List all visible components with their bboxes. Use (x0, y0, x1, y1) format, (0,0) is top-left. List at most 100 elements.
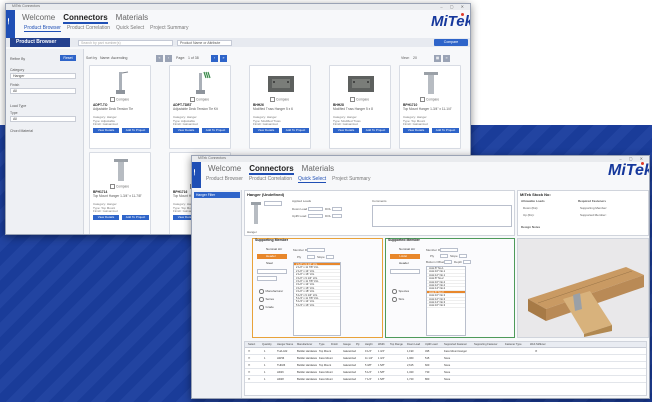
table-row[interactable]: ☐ 1 THD26 Builder Hardware Top Mount Gal… (245, 362, 646, 369)
search-type-select[interactable]: Product Name or Attribute (177, 39, 232, 46)
compare-checkbox[interactable]: Compare (420, 97, 439, 102)
window-controls[interactable]: – ▢ ✕ (619, 156, 646, 161)
filter-select[interactable]: All (10, 116, 76, 122)
column-header[interactable]: Finish (331, 343, 338, 346)
tab-product-browser[interactable]: Product Browser (24, 25, 61, 32)
view-details-button[interactable]: View Details (403, 128, 429, 133)
add-to-project-button[interactable]: Add To Project (362, 128, 389, 133)
compare-checkbox[interactable]: Compare (350, 97, 369, 102)
add-to-project-button[interactable]: Add To Project (122, 215, 149, 220)
list-view-icon[interactable]: ≡ (443, 55, 450, 62)
dol-select[interactable] (332, 214, 342, 218)
dol-select[interactable] (332, 207, 342, 211)
table-row[interactable]: ☐ 1 HD26 Builder Hardware Face Mount Gal… (245, 369, 646, 376)
search-input[interactable]: Search by part number(s) (78, 39, 173, 46)
member-select[interactable] (257, 269, 287, 274)
view-details-button[interactable]: View Details (93, 215, 119, 220)
member-type-option[interactable]: Nominal Lbr (390, 247, 420, 252)
member-id-input[interactable] (440, 248, 458, 252)
tab-product-browser[interactable]: Product Browser (206, 176, 243, 182)
hanger-filter-dropdown[interactable] (264, 201, 282, 206)
row-select-checkbox[interactable]: ☐ (248, 364, 250, 367)
radio-series[interactable]: Series (259, 297, 275, 302)
column-header[interactable]: Quantity (262, 343, 272, 346)
ply-input[interactable] (440, 254, 448, 258)
view-details-button[interactable]: View Details (173, 128, 199, 133)
column-header[interactable]: Fastener Type (505, 343, 522, 346)
list-item[interactable]: Joist 16" No.3 (427, 304, 465, 308)
column-header[interactable]: Supporting Fastener (474, 343, 498, 346)
compare-checkbox[interactable]: Compare (270, 97, 289, 102)
column-header[interactable]: Width (378, 343, 385, 346)
nav-materials[interactable]: Materials (302, 164, 334, 173)
supporting-member-list[interactable]: 2 1/2" x 9 1/4" LVL 2 1/2" x 11 7/8" LVL… (293, 262, 341, 336)
filter-select[interactable]: Hanger (10, 73, 76, 79)
row-select-checkbox[interactable]: ☐ (248, 371, 250, 374)
slope-input[interactable] (459, 254, 467, 258)
row-check-icon[interactable]: ☑ (535, 350, 537, 353)
add-to-project-button[interactable]: Add To Project (432, 128, 459, 133)
column-header[interactable]: Supported Fastener (444, 343, 467, 346)
tab-quick-select[interactable]: Quick Select (298, 176, 327, 183)
member-select[interactable] (390, 269, 420, 274)
column-header[interactable]: Top Flange (390, 343, 403, 346)
radio-grade[interactable]: Grade (259, 305, 274, 310)
view-details-button[interactable]: View Details (333, 128, 359, 133)
sort-select[interactable]: Name: Ascending (100, 56, 127, 60)
column-header[interactable]: Manufacturer (297, 343, 312, 346)
nav-connectors[interactable]: Connectors (249, 164, 294, 175)
tab-quick-select[interactable]: Quick Select (116, 25, 144, 31)
reset-button[interactable]: Reset (60, 55, 76, 61)
row-select-checkbox[interactable]: ☐ (248, 357, 250, 360)
uplift-load-input[interactable] (308, 214, 323, 218)
column-header[interactable]: Ply (356, 343, 360, 346)
tab-product-correlation[interactable]: Product Correlation (249, 176, 292, 182)
add-to-project-button[interactable]: Add To Project (202, 128, 229, 133)
tab-product-correlation[interactable]: Product Correlation (67, 25, 110, 31)
member-type-option[interactable]: I-Joist (390, 254, 420, 259)
filter-select[interactable]: All (10, 88, 76, 94)
column-header[interactable]: Type (319, 343, 325, 346)
table-row[interactable]: ☐ 1 HW36 Builder Hardware Face Mount Gal… (245, 355, 646, 362)
compare-checkbox[interactable]: Compare (110, 97, 129, 102)
ply-input[interactable] (307, 255, 315, 259)
column-header[interactable]: Gauge (343, 343, 351, 346)
depth-input[interactable] (463, 260, 471, 264)
next-page-button[interactable]: › (211, 55, 218, 62)
member-id-input[interactable] (307, 248, 325, 252)
radio-species[interactable]: Species (392, 289, 410, 294)
column-header[interactable]: Down Load (407, 343, 420, 346)
nav-connectors[interactable]: Connectors (63, 13, 108, 24)
member-sub-select[interactable] (257, 276, 277, 281)
3d-preview-viewport[interactable] (517, 238, 649, 338)
compare-checkbox[interactable]: Compare (190, 97, 209, 102)
add-to-project-button[interactable]: Add To Project (122, 128, 149, 133)
column-header[interactable]: Select (248, 343, 255, 346)
view-details-button[interactable]: View Details (93, 128, 119, 133)
comments-textarea[interactable] (372, 205, 512, 227)
slope-input[interactable] (326, 255, 334, 259)
member-type-option[interactable]: Header (390, 261, 420, 266)
tab-project-summary[interactable]: Project Summary (150, 25, 188, 31)
column-header[interactable]: Height (365, 343, 373, 346)
column-header[interactable]: Web Stiffener (530, 343, 546, 346)
prev-page-button[interactable]: ‹ (165, 55, 172, 62)
window-controls[interactable]: – ▢ ✕ (440, 4, 467, 9)
nav-welcome[interactable]: Welcome (208, 164, 241, 173)
nav-materials[interactable]: Materials (116, 13, 148, 22)
list-item[interactable]: 5 1/4" x 16" LVL (294, 304, 340, 308)
row-select-checkbox[interactable]: ☐ (248, 350, 250, 353)
radio-manufacturer[interactable]: Manufacturer (259, 289, 284, 294)
member-type-option[interactable]: Header (257, 254, 287, 259)
add-to-project-button[interactable]: Add To Project (282, 128, 309, 133)
first-page-button[interactable]: « (156, 55, 163, 62)
grid-view-icon[interactable]: ▦ (434, 55, 441, 62)
view-details-button[interactable]: View Details (253, 128, 279, 133)
row-select-checkbox[interactable]: ☐ (248, 378, 250, 381)
down-load-input[interactable] (308, 207, 323, 211)
compare-button[interactable]: Compare (434, 39, 468, 46)
table-row[interactable]: ☐ 1 THA-422 Builder Hardware Top Mount G… (245, 348, 646, 355)
bottom-offset-input[interactable] (444, 260, 452, 264)
radio-size[interactable]: Size (392, 297, 405, 302)
member-type-option[interactable]: Nominal Lbr (257, 247, 287, 252)
